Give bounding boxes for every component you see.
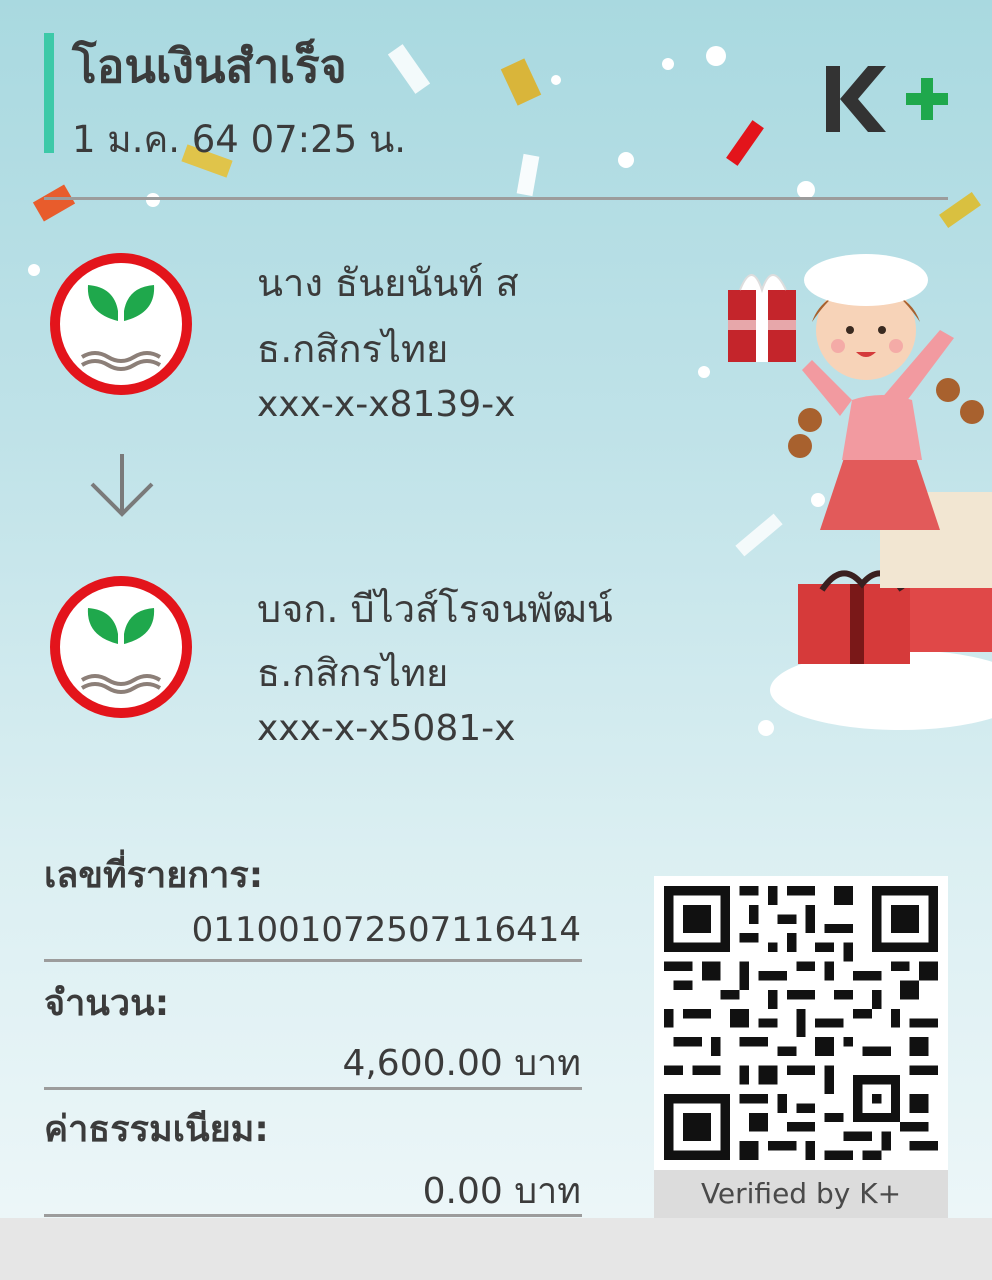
sender-account: xxx-x-x8139-x	[257, 384, 516, 425]
fee-divider	[44, 1214, 582, 1217]
transfer-slip: โอนเงินสำเร็จ 1 ม.ค. 64 07:25 น. นาง ธัน…	[0, 0, 992, 1218]
receiver-bank: ธ.กสิกรไทย	[257, 651, 449, 695]
reference-number: 011001072507116414	[191, 910, 581, 950]
amount-label: จำนวน:	[44, 983, 170, 1024]
amount-divider	[44, 1087, 582, 1090]
reference-divider	[44, 959, 582, 962]
verified-by-kplus-label: Verified by K+	[654, 1170, 948, 1218]
sender-bank: ธ.กสิกรไทย	[257, 327, 449, 371]
amount-value: 4,600.00 บาท	[342, 1043, 581, 1084]
fee-label: ค่าธรรมเนียม:	[44, 1109, 269, 1150]
header-divider	[44, 197, 948, 200]
arrow-down-icon	[90, 454, 154, 517]
receiver-account: xxx-x-x5081-x	[257, 708, 516, 749]
reference-label: เลขที่รายการ:	[44, 855, 264, 896]
page-title: โอนเงินสำเร็จ	[72, 39, 347, 93]
kplus-logo-icon	[826, 66, 948, 132]
kbank-logo-icon	[50, 253, 192, 395]
title-accent-bar	[44, 33, 54, 153]
receiver-name: บจก. บีไวส์โรจนพัฒน์	[257, 587, 613, 631]
qr-code-icon[interactable]	[664, 886, 938, 1160]
transaction-datetime: 1 ม.ค. 64 07:25 น.	[72, 118, 407, 161]
fee-value: 0.00 บาท	[422, 1171, 581, 1212]
bottom-bar	[0, 1218, 992, 1280]
sender-name: นาง ธันยนันท์ ส	[257, 261, 519, 305]
kbank-logo-icon	[50, 576, 192, 718]
